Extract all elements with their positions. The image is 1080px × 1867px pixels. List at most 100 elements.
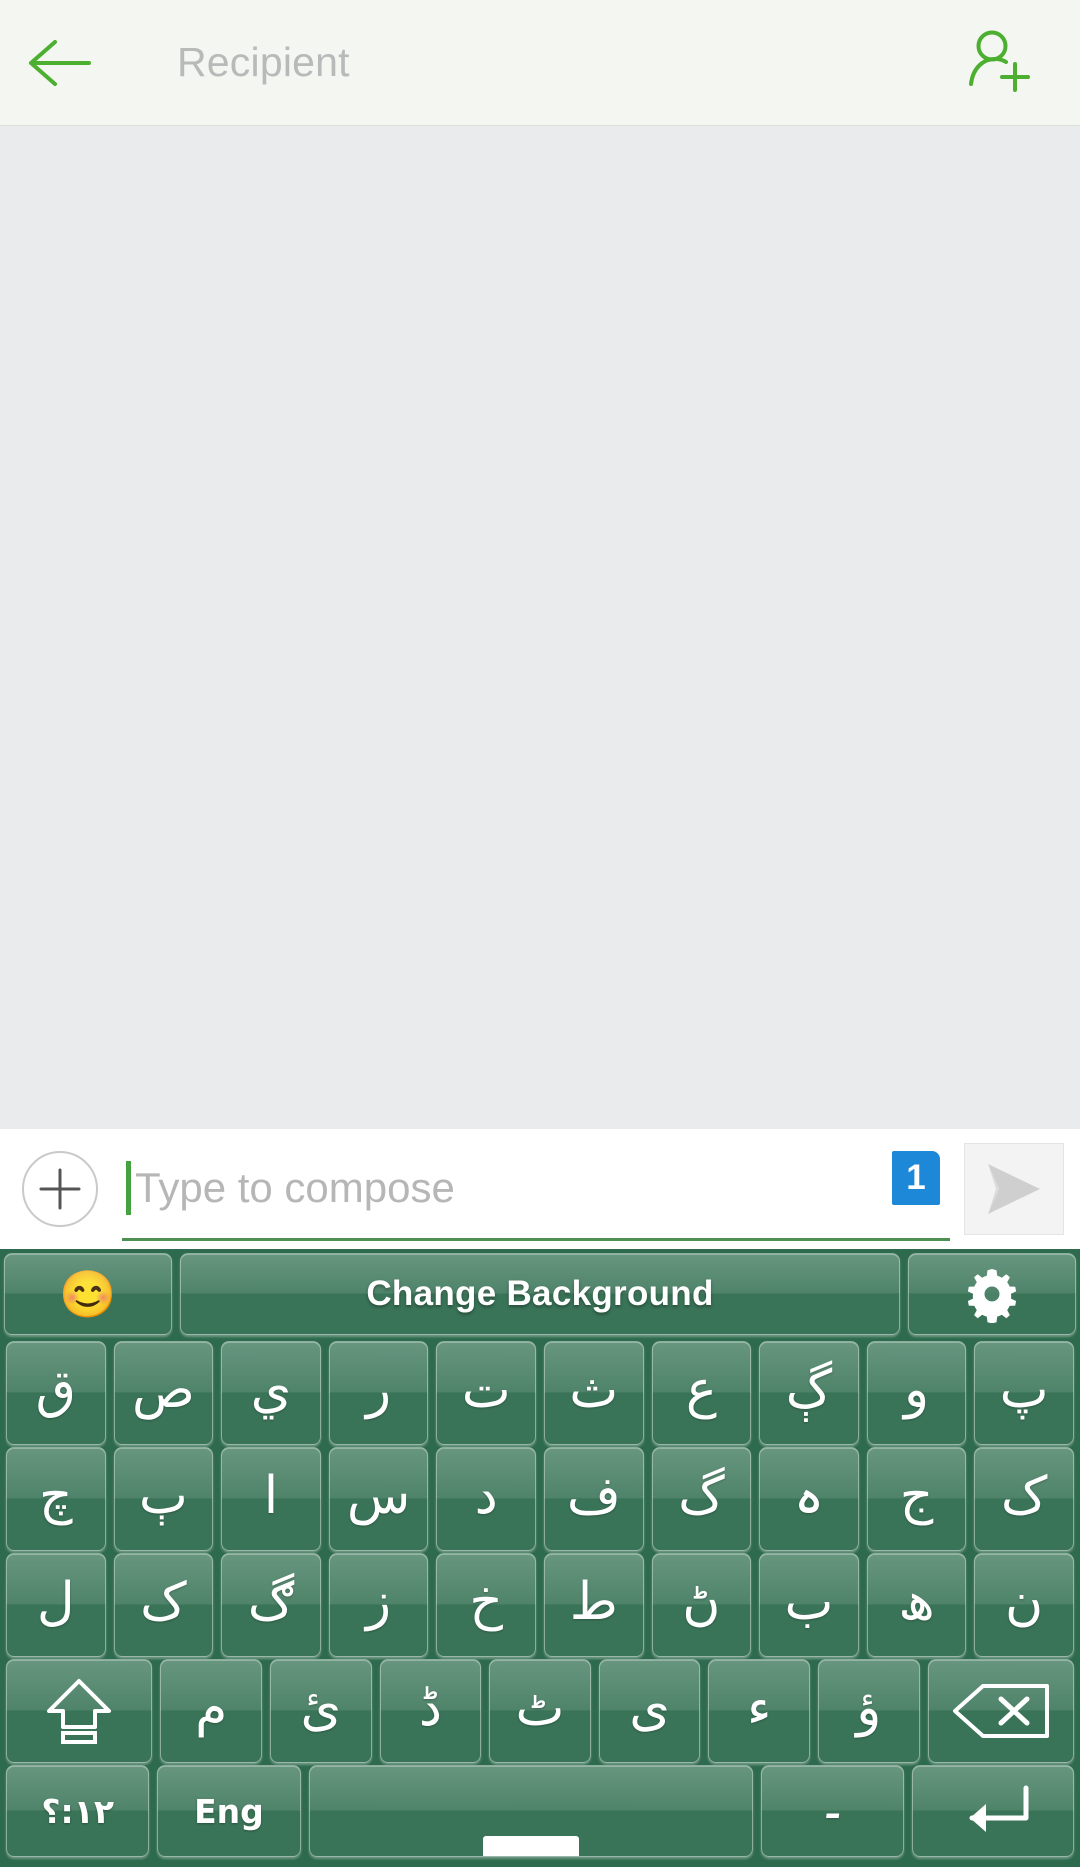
recipient-input[interactable]: Recipient: [120, 0, 930, 126]
key-label: ۔: [816, 1767, 850, 1832]
space-indicator: [482, 1836, 579, 1856]
key-label: ڈ: [418, 1678, 442, 1738]
key-label: ا: [263, 1466, 279, 1526]
key-label: خ: [469, 1572, 503, 1632]
key-label: چ: [39, 1466, 73, 1526]
key-label: ئ: [300, 1678, 342, 1738]
urdu-keyboard: 😊 Change Background ق ص ي ر ت ث ع ڳ و پ …: [0, 1249, 1080, 1867]
key-label: گ: [678, 1466, 725, 1526]
key-urdu-full-stop[interactable]: ۔: [760, 1765, 905, 1857]
key-label: ر: [366, 1360, 392, 1420]
gear-icon: [967, 1269, 1017, 1323]
key-jim[interactable]: ج: [866, 1447, 967, 1551]
compose-bar: Type to compose 1: [0, 1129, 1080, 1249]
sim-badge[interactable]: 1: [892, 1151, 940, 1205]
key-enter[interactable]: [912, 1765, 1075, 1857]
key-sin[interactable]: س: [328, 1447, 429, 1551]
key-toe[interactable]: ط: [543, 1553, 644, 1657]
key-backspace[interactable]: [927, 1659, 1074, 1763]
keyboard-row-2: چ ٻ ا س د ف گ ہ ج ک: [4, 1447, 1076, 1551]
recipient-placeholder: Recipient: [177, 39, 350, 85]
key-nun[interactable]: ن: [974, 1553, 1074, 1657]
key-label: س: [346, 1466, 411, 1526]
keyboard-row-4: م ئ ڈ ٹ ی ء ؤ: [4, 1659, 1076, 1763]
key-do-chashmi-he[interactable]: ھ: [866, 1553, 967, 1657]
key-label: ل: [36, 1572, 75, 1632]
key-che[interactable]: چ: [6, 1447, 106, 1551]
key-te[interactable]: ت: [436, 1341, 536, 1445]
back-button[interactable]: [0, 0, 120, 126]
key-se[interactable]: ث: [543, 1341, 644, 1445]
key-label: ت: [461, 1360, 511, 1420]
attach-button[interactable]: [22, 1151, 98, 1227]
key-kaf-2[interactable]: ک: [113, 1553, 214, 1657]
keyboard-row-3: ل ک ڰ ز خ ط ڻ ب ھ ن: [4, 1553, 1076, 1657]
key-label: ي: [250, 1360, 292, 1420]
key-label: ڰ: [247, 1572, 295, 1632]
key-label: ء: [746, 1678, 772, 1738]
key-ze[interactable]: ز: [328, 1553, 429, 1657]
key-hamza-vao[interactable]: ؤ: [817, 1659, 920, 1763]
key-ain[interactable]: ع: [651, 1341, 752, 1445]
navigation-strip: [0, 1861, 1080, 1867]
key-shift[interactable]: [6, 1659, 153, 1763]
key-qaf[interactable]: ق: [6, 1341, 106, 1445]
send-paper-plane-icon: [988, 1164, 1040, 1214]
key-alef[interactable]: ا: [221, 1447, 321, 1551]
key-label: ط: [569, 1572, 618, 1632]
key-ye[interactable]: ي: [221, 1341, 321, 1445]
key-re[interactable]: ر: [328, 1341, 429, 1445]
emoji-button[interactable]: 😊: [4, 1253, 172, 1335]
key-kaf[interactable]: ک: [974, 1447, 1074, 1551]
compose-input[interactable]: Type to compose 1: [122, 1137, 950, 1241]
key-label: ن: [1005, 1572, 1044, 1632]
plus-icon: [39, 1168, 81, 1210]
key-hamza-ye[interactable]: ئ: [270, 1659, 372, 1763]
key-pe-4dots[interactable]: ڻ: [651, 1553, 752, 1657]
change-background-button[interactable]: Change Background: [180, 1253, 900, 1335]
key-lam[interactable]: ل: [6, 1553, 106, 1657]
key-hamza[interactable]: ء: [708, 1659, 810, 1763]
key-label: ڳ: [785, 1360, 833, 1420]
key-label: ٻ: [138, 1466, 188, 1526]
key-label: ع: [685, 1360, 717, 1420]
key-numbers-symbols[interactable]: ١٢:؟: [6, 1765, 150, 1857]
key-label: د: [474, 1466, 498, 1526]
key-fe[interactable]: ف: [543, 1447, 644, 1551]
key-dal-tah[interactable]: ڈ: [379, 1659, 482, 1763]
key-khe[interactable]: خ: [436, 1553, 536, 1657]
key-te-tah[interactable]: ٹ: [489, 1659, 591, 1763]
key-label: ١٢:؟: [41, 1791, 114, 1831]
add-contact-button[interactable]: [930, 0, 1080, 126]
key-label: ؤ: [856, 1678, 882, 1738]
key-he[interactable]: ہ: [759, 1447, 859, 1551]
key-gaf-dots[interactable]: ڳ: [759, 1341, 859, 1445]
key-dal[interactable]: د: [436, 1447, 536, 1551]
key-label: ھ: [898, 1572, 935, 1632]
key-mim[interactable]: م: [160, 1659, 263, 1763]
key-vao[interactable]: و: [866, 1341, 967, 1445]
key-label: و: [903, 1360, 930, 1420]
key-label: Eng: [194, 1791, 264, 1831]
key-sad[interactable]: ص: [113, 1341, 214, 1445]
key-be-dots[interactable]: ٻ: [113, 1447, 214, 1551]
key-gaf[interactable]: گ: [651, 1447, 752, 1551]
key-label: ث: [569, 1360, 619, 1420]
send-button[interactable]: [964, 1143, 1064, 1235]
backspace-icon: [952, 1684, 1049, 1738]
key-label: ق: [35, 1360, 76, 1420]
message-list: [0, 126, 1080, 1129]
key-language-english[interactable]: Eng: [157, 1765, 301, 1857]
back-arrow-icon: [29, 39, 91, 86]
key-bari-ye[interactable]: ی: [598, 1659, 701, 1763]
key-gaf-ring[interactable]: ڰ: [221, 1553, 321, 1657]
key-label: ز: [366, 1572, 392, 1632]
keyboard-toolbar: 😊 Change Background: [4, 1253, 1076, 1335]
key-be[interactable]: ب: [759, 1553, 859, 1657]
key-space[interactable]: [308, 1765, 753, 1857]
key-label: ج: [899, 1466, 934, 1526]
key-label: ک: [1000, 1466, 1048, 1526]
key-pe[interactable]: پ: [974, 1341, 1074, 1445]
keyboard-row-5: ١٢:؟ Eng ۔: [4, 1765, 1076, 1857]
keyboard-settings-button[interactable]: [908, 1253, 1076, 1335]
